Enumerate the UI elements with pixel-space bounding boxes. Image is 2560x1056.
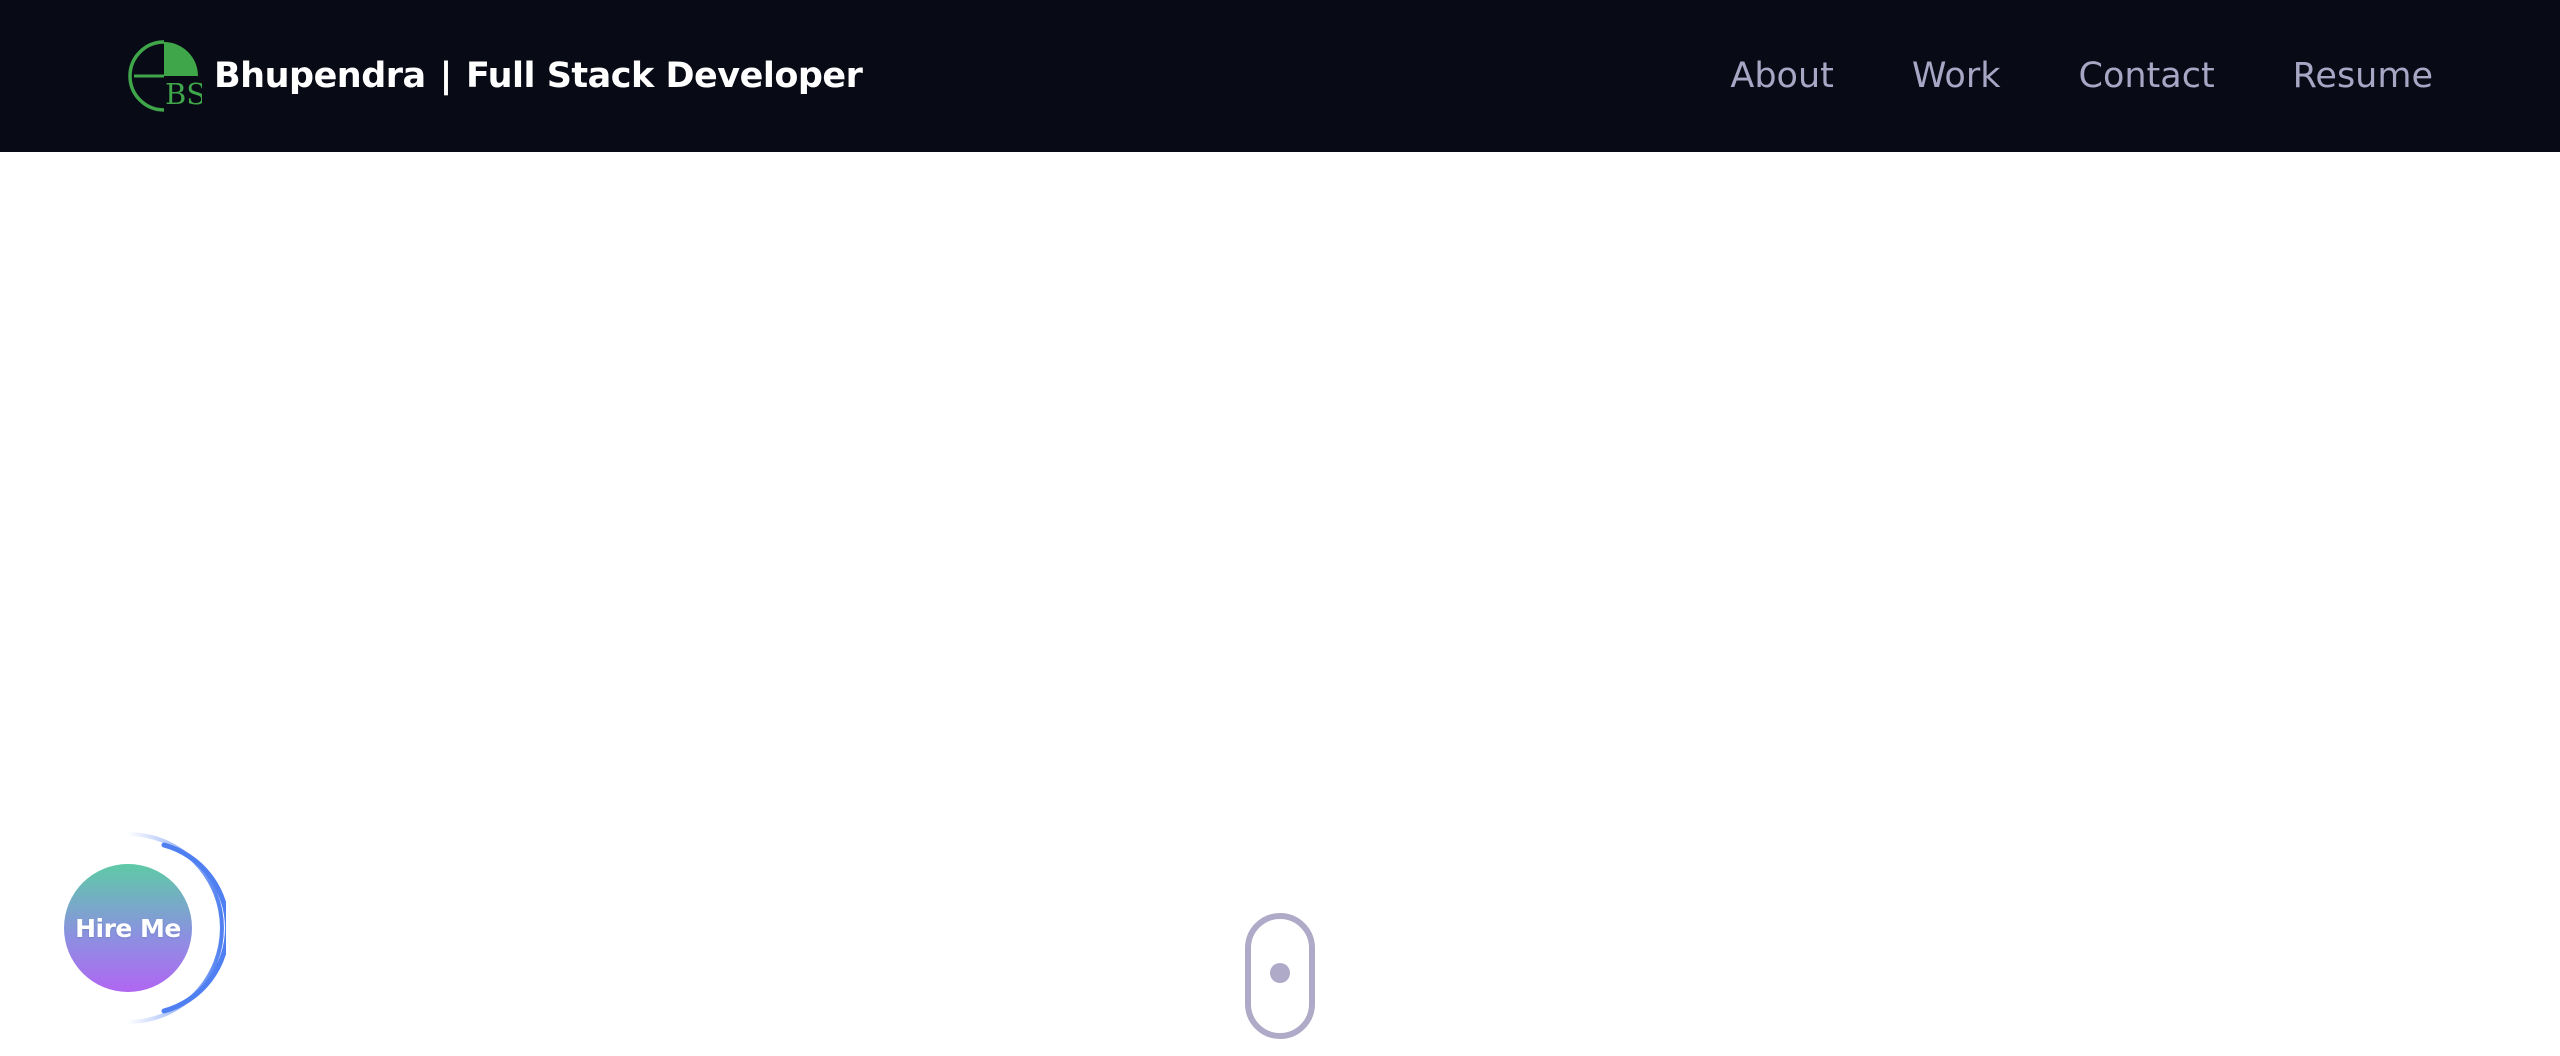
hire-me-button[interactable]: Hire Me <box>64 864 192 992</box>
nav-link-contact[interactable]: Contact <box>2079 56 2215 96</box>
nav-link-resume[interactable]: Resume <box>2293 56 2433 96</box>
brand-role: Full Stack Developer <box>465 56 863 96</box>
bs-logo-icon: BS <box>128 40 202 112</box>
nav-link-about[interactable]: About <box>1730 56 1833 96</box>
mouse-scroll-icon[interactable] <box>1245 913 1315 1039</box>
brand-link[interactable]: BS Bhupendra | Full Stack Developer <box>126 38 863 114</box>
brand-title: Bhupendra | Full Stack Developer <box>214 56 863 96</box>
nav-link-work[interactable]: Work <box>1912 56 2001 96</box>
hire-me-widget: Hire Me <box>56 831 226 1025</box>
brand-name: Bhupendra <box>214 56 426 96</box>
main-nav: About Work Contact Resume <box>1730 0 2433 152</box>
logo-monogram: BS <box>165 77 202 111</box>
brand-separator: | <box>439 56 453 96</box>
navbar: BS Bhupendra | Full Stack Developer About … <box>0 0 2560 152</box>
